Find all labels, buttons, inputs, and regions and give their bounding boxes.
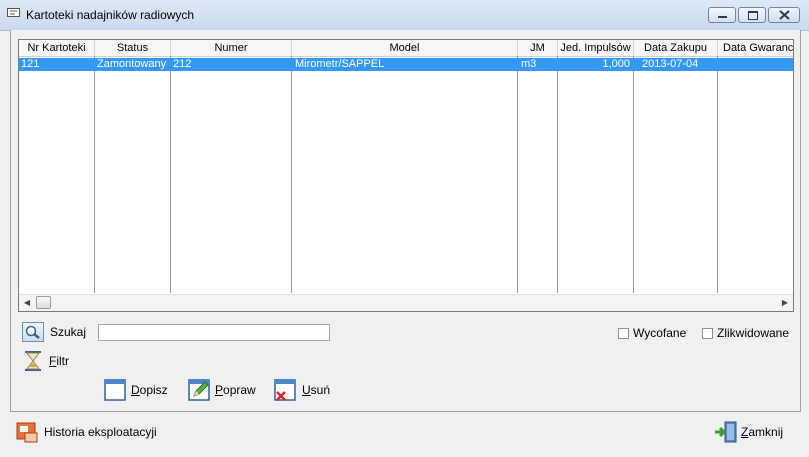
wycofane-label: Wycofane bbox=[633, 326, 687, 340]
cell-data-gwarancji bbox=[718, 58, 793, 71]
filter-label: Filtr bbox=[49, 354, 70, 368]
historia-eksploatacji-button[interactable]: Historia eksploatacyji bbox=[16, 421, 157, 443]
usun-label: Usuń bbox=[302, 383, 331, 397]
column-divider bbox=[633, 56, 634, 293]
column-header-numer[interactable]: Numer bbox=[171, 40, 292, 56]
column-header-model[interactable]: Model bbox=[292, 40, 518, 56]
usun-button[interactable]: Usuń bbox=[274, 379, 330, 401]
maximize-button[interactable] bbox=[738, 7, 766, 23]
dopisz-label: Dopisz bbox=[131, 383, 168, 397]
column-header-jm[interactable]: JM bbox=[518, 40, 558, 56]
delete-record-icon bbox=[274, 379, 296, 401]
cell-data-zakupu: 2013-07-04 bbox=[642, 58, 699, 70]
scroll-thumb[interactable] bbox=[36, 296, 51, 309]
scroll-right-arrow-icon[interactable]: ▶ bbox=[777, 295, 793, 311]
title-bar: Kartoteki nadajników radiowych bbox=[0, 0, 809, 31]
minimize-button[interactable] bbox=[708, 7, 736, 23]
edit-pencil-icon bbox=[188, 379, 210, 401]
scroll-left-arrow-icon[interactable]: ◀ bbox=[19, 295, 35, 311]
column-header-status[interactable]: Status bbox=[95, 40, 171, 56]
cell-jed-impulsow: 1,000 bbox=[602, 58, 630, 70]
column-header-data-zakupu[interactable]: Data Zakupu bbox=[634, 40, 718, 56]
exit-door-icon bbox=[715, 421, 737, 443]
cell-status: Zamontowany bbox=[97, 58, 167, 70]
column-divider bbox=[291, 56, 292, 293]
search-button[interactable]: Szukaj bbox=[22, 322, 86, 342]
checkbox-box[interactable] bbox=[702, 327, 713, 339]
column-divider bbox=[557, 56, 558, 293]
search-input[interactable] bbox=[98, 324, 330, 341]
cell-model: Mirometr/SAPPEL bbox=[295, 58, 385, 70]
close-button[interactable] bbox=[768, 7, 800, 23]
window-title: Kartoteki nadajników radiowych bbox=[26, 8, 195, 22]
popraw-label: Popraw bbox=[215, 383, 256, 397]
column-divider bbox=[517, 56, 518, 293]
table-row[interactable]: 121 Zamontowany 212 Mirometr/SAPPEL m3 1… bbox=[19, 58, 793, 71]
dopisz-button[interactable]: Dopisz bbox=[104, 379, 168, 401]
column-header-jed-impulsow[interactable]: Jed. Impulsów bbox=[558, 40, 634, 56]
historia-label: Historia eksploatacyji bbox=[44, 425, 157, 439]
history-icon bbox=[16, 422, 38, 443]
column-header-nr-kartoteki[interactable]: Nr Kartoteki bbox=[19, 40, 95, 56]
cell-nr-kartoteki: 121 bbox=[21, 58, 40, 70]
magnifier-icon bbox=[22, 322, 44, 342]
wycofane-checkbox[interactable]: Wycofane bbox=[618, 326, 686, 340]
app-icon bbox=[7, 8, 20, 17]
close-icon bbox=[779, 10, 790, 20]
zlikwidowane-checkbox[interactable]: Zlikwidowane bbox=[702, 326, 789, 340]
cell-numer: 212 bbox=[173, 58, 192, 70]
zamknij-button[interactable]: Zamknij bbox=[714, 421, 783, 443]
zlikwidowane-label: Zlikwidowane bbox=[717, 326, 790, 340]
checkbox-box[interactable] bbox=[618, 327, 629, 339]
cell-jm: m3 bbox=[521, 58, 537, 70]
records-grid[interactable]: Nr Kartoteki Status Numer Model JM Jed. … bbox=[18, 39, 794, 312]
column-header-data-gwarancji[interactable]: Data Gwaranc bbox=[718, 40, 793, 56]
hourglass-icon bbox=[25, 351, 41, 371]
column-divider bbox=[170, 56, 171, 293]
column-divider bbox=[717, 56, 718, 293]
search-label: Szukaj bbox=[50, 325, 87, 339]
filter-button[interactable]: Filtr bbox=[24, 350, 69, 372]
new-record-icon bbox=[104, 379, 126, 401]
zamknij-label: Zamknij bbox=[741, 425, 784, 439]
column-divider bbox=[94, 56, 95, 293]
popraw-button[interactable]: Popraw bbox=[188, 379, 256, 401]
horizontal-scrollbar[interactable]: ◀ ▶ bbox=[19, 294, 793, 311]
grid-header: Nr Kartoteki Status Numer Model JM Jed. … bbox=[19, 40, 793, 57]
